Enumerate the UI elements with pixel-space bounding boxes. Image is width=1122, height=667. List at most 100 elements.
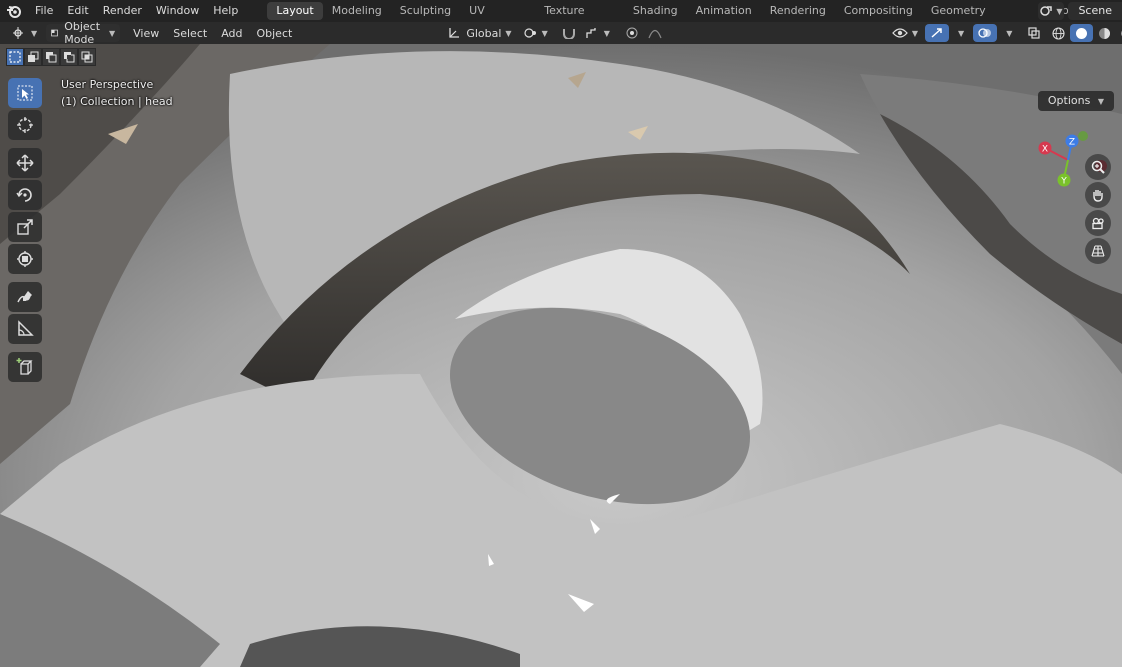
top-menu-bar: File Edit Render Window Help Layout Mode…: [0, 0, 1122, 35]
transform-icon: [17, 251, 33, 267]
gizmo-arrow-icon: [931, 28, 942, 38]
select-box-icon: [17, 85, 33, 101]
gizmo-neg-y-ball[interactable]: [1078, 131, 1088, 141]
zoom-button[interactable]: [1085, 154, 1111, 180]
shading-wireframe-button[interactable]: [1047, 24, 1070, 42]
orientation-label: Global: [466, 26, 502, 40]
gizmo-x-label: X: [1042, 145, 1048, 155]
magnet-icon: [562, 29, 575, 39]
chevron-down-icon: ▼: [911, 28, 919, 38]
pan-button[interactable]: [1085, 182, 1111, 208]
xray-icon: [1028, 27, 1040, 39]
tool-annotate[interactable]: [8, 282, 42, 312]
perspective-toggle-button[interactable]: [1085, 238, 1111, 264]
gizmo-toggle[interactable]: [925, 24, 950, 42]
editor-type-button[interactable]: ▼: [8, 24, 42, 42]
shading-material-button[interactable]: [1093, 24, 1116, 42]
rotate-icon: [16, 188, 32, 202]
transform-orientation-dropdown[interactable]: Global ▼: [443, 24, 516, 42]
tab-layout[interactable]: Layout: [267, 2, 323, 20]
xray-toggle[interactable]: [1023, 24, 1045, 42]
zoom-icon: [1091, 160, 1105, 174]
gizmo-dropdown[interactable]: ▼: [949, 24, 969, 42]
wireframe-sphere-icon: [1052, 26, 1065, 40]
overlays-dropdown[interactable]: ▼: [997, 24, 1017, 42]
tool-rotate[interactable]: [8, 180, 42, 210]
menu-select[interactable]: Select: [168, 24, 212, 42]
cursor-icon: [17, 117, 33, 133]
tab-texture-paint[interactable]: Texture Paint: [535, 2, 624, 35]
proportional-edit-toggle[interactable]: [621, 24, 643, 42]
object-mode-icon: [51, 29, 59, 37]
select-new-icon: [9, 51, 21, 63]
menu-help[interactable]: Help: [206, 0, 245, 22]
mode-dropdown[interactable]: Object Mode ▼: [46, 20, 121, 46]
select-intersect-icon: [81, 51, 93, 63]
options-dropdown[interactable]: Options ▼: [1037, 91, 1114, 111]
proportional-edit-icon: [626, 27, 638, 39]
select-extend-icon: [28, 51, 39, 62]
move-icon: [16, 154, 34, 172]
select-extend-button[interactable]: [24, 48, 42, 66]
tab-animation[interactable]: Animation: [687, 2, 761, 20]
grid-icon: [1091, 245, 1105, 257]
tool-add-cube[interactable]: [8, 352, 42, 382]
select-invert-button[interactable]: [60, 48, 78, 66]
selection-mode-buttons: [6, 48, 96, 66]
tab-modeling[interactable]: Modeling: [323, 2, 391, 20]
menu-file[interactable]: File: [28, 0, 60, 22]
chevron-down-icon: ▼: [31, 28, 38, 38]
pivot-point-button[interactable]: ▼: [519, 24, 553, 42]
menu-edit[interactable]: Edit: [60, 0, 95, 22]
scene-icon[interactable]: ▼: [1038, 2, 1065, 20]
shading-rendered-button[interactable]: [1116, 24, 1122, 42]
menu-window[interactable]: Window: [149, 0, 206, 22]
tab-rendering[interactable]: Rendering: [761, 2, 835, 20]
snap-toggle[interactable]: [557, 24, 581, 42]
options-label: Options: [1047, 94, 1091, 107]
overlays-toggle[interactable]: [973, 24, 998, 42]
chevron-down-icon: ▼: [108, 28, 116, 38]
material-sphere-icon: [1099, 27, 1111, 39]
tool-measure[interactable]: [8, 314, 42, 344]
gizmo-z-label: Z: [1069, 138, 1075, 148]
tab-sculpting[interactable]: Sculpting: [391, 2, 460, 20]
tab-shading[interactable]: Shading: [624, 2, 687, 20]
tool-cursor[interactable]: [8, 110, 42, 140]
scene-name-field[interactable]: Scene: [1068, 2, 1122, 20]
chevron-down-icon: ▼: [1006, 28, 1013, 38]
visibility-dropdown[interactable]: ▼: [887, 24, 923, 42]
shading-solid-button[interactable]: [1070, 24, 1094, 42]
tab-geometry-nodes[interactable]: Geometry Nodes: [922, 2, 1032, 35]
3d-viewport[interactable]: User Perspective (1) Collection | head O…: [0, 44, 1122, 667]
tool-select-box[interactable]: [8, 78, 42, 108]
select-subtract-button[interactable]: [42, 48, 60, 66]
pivot-icon: [523, 28, 536, 38]
chevron-down-icon: ▼: [603, 28, 610, 38]
select-invert-icon: [64, 52, 75, 63]
select-new-button[interactable]: [6, 48, 24, 66]
tool-transform[interactable]: [8, 244, 42, 274]
snap-target-dropdown[interactable]: ▼: [581, 24, 615, 42]
tool-move[interactable]: [8, 148, 42, 178]
mode-label: Object Mode: [64, 20, 101, 46]
tool-scale[interactable]: [8, 212, 42, 242]
falloff-dropdown[interactable]: [643, 24, 667, 42]
annotate-icon: [17, 291, 32, 303]
falloff-icon: [648, 29, 662, 39]
snap-increment-icon: [586, 28, 596, 38]
tab-uv-editing[interactable]: UV Editing: [460, 2, 535, 35]
blender-logo-icon[interactable]: [0, 0, 28, 22]
menu-add[interactable]: Add: [216, 24, 247, 42]
camera-view-button[interactable]: [1085, 210, 1111, 236]
workspace-tabs: Layout Modeling Sculpting UV Editing Tex…: [267, 0, 1122, 35]
menu-view[interactable]: View: [128, 24, 164, 42]
select-intersect-button[interactable]: [78, 48, 96, 66]
menu-render[interactable]: Render: [96, 0, 149, 22]
tool-shelf: [8, 78, 44, 384]
chevron-down-icon: ▼: [1097, 97, 1104, 106]
tab-compositing[interactable]: Compositing: [835, 2, 922, 20]
eye-icon: [892, 28, 908, 38]
menu-object[interactable]: Object: [251, 24, 297, 42]
gizmo-y-label: Y: [1060, 177, 1067, 187]
